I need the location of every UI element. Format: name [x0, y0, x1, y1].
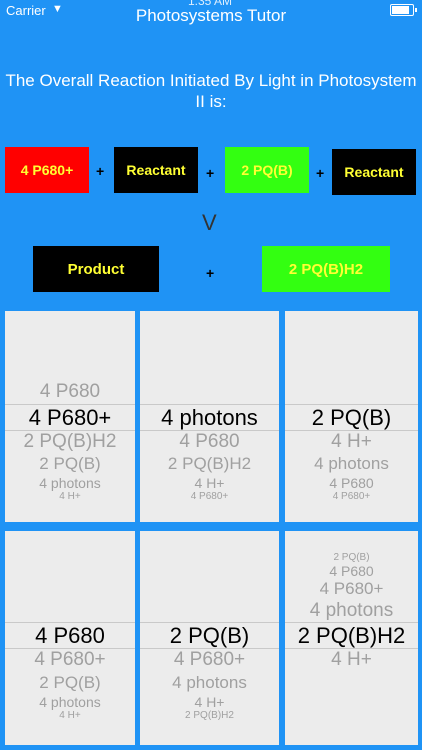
picker-option[interactable]: 4 P680+ [5, 649, 135, 671]
picker-option[interactable]: 2 PQ(B) [5, 454, 135, 474]
picker-option-selected[interactable]: 2 PQ(B) [285, 405, 418, 431]
answer-picker-6[interactable]: 2 PQ(B) 4 P680 4 P680+ 4 photons 2 PQ(B)… [285, 531, 418, 745]
plus-sign: + [316, 165, 325, 181]
picker-option[interactable]: 4 P680+ [140, 649, 279, 671]
picker-option[interactable]: 4 P680 [140, 431, 279, 453]
picker-option[interactable]: 4 photons [5, 475, 135, 491]
yields-arrow: V [202, 210, 217, 235]
picker-option[interactable]: 2 PQ(B) [285, 552, 418, 563]
question-text: The Overall Reaction Initiated By Light … [5, 71, 417, 111]
picker-option-selected[interactable]: 4 P680+ [5, 405, 135, 431]
picker-option-selected[interactable]: 4 P680 [5, 623, 135, 649]
picker-option[interactable]: 4 P680+ [285, 579, 418, 599]
reactant-box-1[interactable]: 4 P680+ [5, 147, 89, 193]
picker-option[interactable]: 2 PQ(B)H2 [140, 710, 279, 721]
picker-option-selected[interactable]: 4 photons [140, 405, 279, 431]
product-box-1[interactable]: Product [33, 246, 159, 292]
answer-picker-2[interactable]: 4 photons 4 P680 2 PQ(B)H2 4 H+ 4 P680+ [140, 311, 279, 522]
reactant-box-2[interactable]: Reactant [114, 147, 198, 193]
answer-picker-3[interactable]: 2 PQ(B) 4 H+ 4 photons 4 P680 4 P680+ [285, 311, 418, 522]
picker-option[interactable]: 4 H+ [5, 491, 135, 502]
nav-title: Photosystems Tutor [135, 6, 287, 25]
picker-option[interactable]: 4 P680 [285, 563, 418, 579]
picker-option[interactable]: 4 photons [5, 694, 135, 710]
answer-picker-1[interactable]: 4 P680 4 P680+ 2 PQ(B)H2 2 PQ(B) 4 photo… [5, 311, 135, 522]
plus-sign: + [206, 165, 215, 181]
picker-option[interactable]: 2 PQ(B)H2 [140, 454, 279, 474]
picker-option[interactable]: 4 P680+ [285, 491, 418, 502]
picker-option[interactable]: 4 photons [285, 600, 418, 622]
answer-picker-4[interactable]: 4 P680 4 P680+ 2 PQ(B) 4 photons 4 H+ [5, 531, 135, 745]
picker-option-selected[interactable]: 2 PQ(B)H2 [285, 623, 418, 649]
answer-picker-5[interactable]: 2 PQ(B) 4 P680+ 4 photons 4 H+ 2 PQ(B)H2 [140, 531, 279, 745]
picker-option[interactable]: 4 photons [140, 673, 279, 693]
picker-option[interactable]: 4 P680 [285, 475, 418, 491]
picker-option-selected[interactable]: 2 PQ(B) [140, 623, 279, 649]
plus-sign: + [206, 265, 215, 281]
picker-option[interactable]: 2 PQ(B) [5, 673, 135, 693]
picker-option[interactable]: 4 P680 [5, 381, 135, 403]
picker-option[interactable]: 4 H+ [140, 475, 279, 491]
picker-option[interactable]: 2 PQ(B)H2 [5, 431, 135, 453]
picker-option[interactable]: 4 P680+ [140, 491, 279, 502]
reactant-box-4[interactable]: Reactant [332, 149, 416, 195]
plus-sign: + [96, 163, 105, 179]
picker-option[interactable]: 4 photons [285, 454, 418, 474]
product-box-2[interactable]: 2 PQ(B)H2 [262, 246, 390, 292]
picker-option[interactable]: 4 H+ [140, 694, 279, 710]
reactant-box-3[interactable]: 2 PQ(B) [225, 147, 309, 193]
picker-option[interactable]: 4 H+ [285, 649, 418, 671]
picker-option[interactable]: 4 H+ [5, 710, 135, 721]
picker-option[interactable]: 4 H+ [285, 431, 418, 453]
